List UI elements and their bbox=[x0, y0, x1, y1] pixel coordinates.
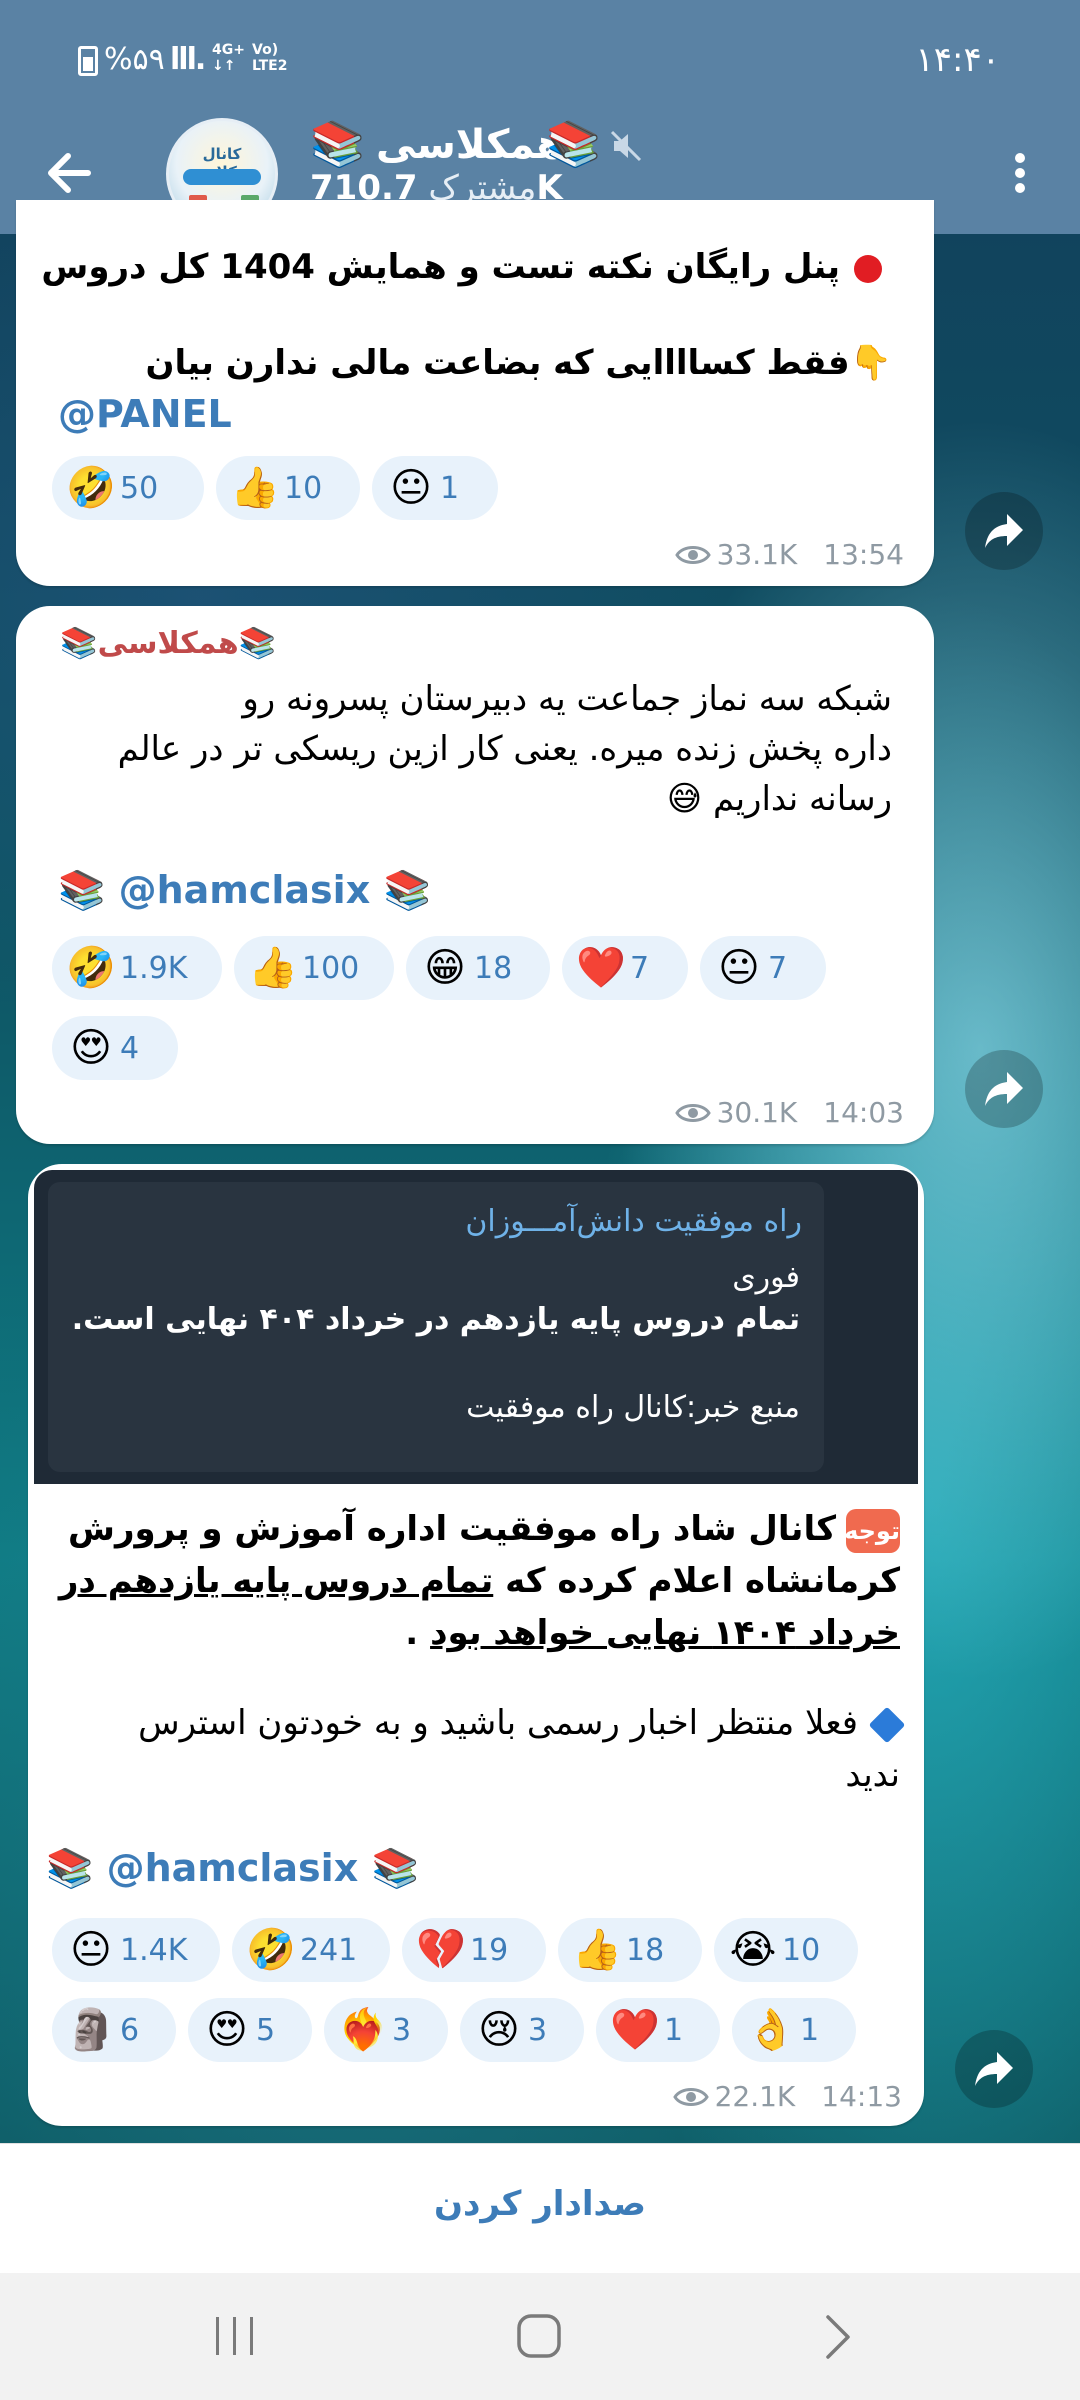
reaction-chip[interactable]: 👍 100 bbox=[234, 936, 394, 1000]
reaction-chip[interactable]: 🤣 241 bbox=[232, 1918, 390, 1982]
message-line: خرداد ۱۴۰۴ نهایی خواهد بود . bbox=[405, 1613, 900, 1653]
reaction-chip[interactable]: ❤️ 1 bbox=[596, 1998, 720, 2062]
books-icon: 📚 bbox=[60, 626, 98, 661]
share-arrow-icon bbox=[985, 1072, 1023, 1106]
channel-bottom-bar: صدادار کردن bbox=[0, 2143, 1080, 2273]
reaction-chip[interactable]: 👍 10 bbox=[216, 456, 360, 520]
message-line: داره پخش زنده میره. یعنی کار ازین ریسکی … bbox=[117, 729, 892, 769]
message-line: رسانه نداریم 😅 bbox=[666, 779, 892, 819]
message-author: 📚همکلاسی📚 bbox=[60, 626, 276, 661]
message-bubble[interactable]: راه موفقیت دانش‌آمـــوزان فوری تمام دروس… bbox=[28, 1164, 924, 2126]
books-icon: 📚 bbox=[546, 119, 601, 170]
reaction-chip[interactable]: 🤣 1.9K bbox=[52, 936, 222, 1000]
books-icon: 📚 bbox=[371, 1846, 419, 1890]
message-line: فعلا منتظر اخبار رسمی باشید و به خودتون … bbox=[138, 1698, 906, 1748]
message-line: ندید bbox=[845, 1755, 900, 1795]
forward-button[interactable] bbox=[955, 2030, 1033, 2108]
view-count: 30.1K bbox=[716, 1096, 798, 1129]
channel-name: همکلاسی bbox=[376, 122, 564, 168]
books-icon: 📚 bbox=[46, 1846, 94, 1890]
message-link[interactable]: 📚 @hamclasix 📚 bbox=[58, 868, 431, 913]
avatar-handle-bar bbox=[183, 169, 261, 185]
message-bubble[interactable]: پنل رایگان نکته تست و همایش 1404 کل دروس… bbox=[16, 200, 934, 586]
signal-icon: lll. bbox=[170, 42, 206, 77]
reaction-chip[interactable]: 😍 5 bbox=[188, 1998, 312, 2062]
message-line: شبکه سه نماز جماعت یه دبیرستان پسرونه رو bbox=[242, 679, 892, 719]
sweat-smile-icon: 😅 bbox=[666, 779, 703, 819]
message-link[interactable]: @PANEL bbox=[58, 392, 232, 436]
reaction-chip[interactable]: ❤️ 7 bbox=[562, 936, 688, 1000]
reaction-chip[interactable]: 😁 18 bbox=[406, 936, 550, 1000]
message-line: پنل رایگان نکته تست و همایش 1404 کل دروس bbox=[41, 242, 882, 292]
attention-badge: توجه bbox=[844, 1508, 900, 1553]
message-bubble[interactable]: 📚همکلاسی📚 شبکه سه نماز جماعت یه دبیرستان… bbox=[16, 606, 934, 1144]
view-count: 33.1K bbox=[716, 538, 798, 571]
share-arrow-icon bbox=[985, 514, 1023, 548]
forwarded-image[interactable]: راه موفقیت دانش‌آمـــوزان فوری تمام دروس… bbox=[34, 1170, 918, 1484]
status-bar: %۵۹ lll. 4G+ ↓↑ Vo) LTE2 ۱۴:۴۰ bbox=[0, 0, 1080, 118]
message-time: 13:54 bbox=[823, 538, 904, 571]
message-meta: 22.1K 14:13 bbox=[672, 2080, 902, 2113]
pointing-down-icon: 👇 bbox=[849, 343, 892, 383]
message-time: 14:13 bbox=[821, 2080, 902, 2113]
reaction-chip[interactable]: 💔 19 bbox=[402, 1918, 546, 1982]
battery-percent: %۵۹ bbox=[104, 42, 165, 77]
reaction-chip[interactable]: 👍 18 bbox=[558, 1918, 702, 1982]
recent-apps-icon[interactable] bbox=[212, 2315, 258, 2357]
mute-icon bbox=[606, 126, 646, 166]
message-meta: 33.1K 13:54 bbox=[674, 538, 904, 571]
message-meta: 30.1K 14:03 bbox=[674, 1096, 904, 1129]
message-line: توجهکانال شاد راه موفقیت اداره آموزش و پ… bbox=[68, 1504, 900, 1554]
message-time: 14:03 bbox=[823, 1096, 904, 1129]
books-icon: 📚 bbox=[383, 868, 431, 912]
back-arrow-icon[interactable] bbox=[36, 138, 106, 208]
battery-icon bbox=[78, 46, 98, 76]
books-icon: 📚 bbox=[238, 626, 276, 661]
eye-icon bbox=[672, 2087, 709, 2106]
eye-icon bbox=[674, 1103, 711, 1122]
network-type: 4G+ ↓↑ bbox=[212, 42, 245, 74]
share-arrow-icon bbox=[975, 2052, 1013, 2086]
reaction-chip[interactable]: 😍 4 bbox=[52, 1016, 178, 1080]
reaction-chip[interactable]: 😐 1 bbox=[372, 456, 498, 520]
nav-back-icon[interactable] bbox=[818, 2313, 858, 2361]
view-count: 22.1K bbox=[714, 2080, 796, 2113]
forward-button[interactable] bbox=[965, 1050, 1043, 1128]
quote-source: راه موفقیت دانش‌آمـــوزان bbox=[465, 1204, 802, 1239]
reaction-chip[interactable]: 🗿 6 bbox=[52, 1998, 176, 2062]
reaction-chip[interactable]: 😐 1.4K bbox=[52, 1918, 220, 1982]
red-circle-icon bbox=[854, 254, 882, 283]
reaction-chip[interactable]: ❤️‍🔥 3 bbox=[324, 1998, 448, 2062]
message-line: کرمانشاه اعلام کرده که تمام دروس پایه یا… bbox=[58, 1561, 900, 1601]
home-icon[interactable] bbox=[514, 2311, 564, 2361]
clock: ۱۴:۴۰ bbox=[915, 40, 1000, 80]
forward-button[interactable] bbox=[965, 492, 1043, 570]
reaction-chip[interactable]: 😭 10 bbox=[714, 1918, 858, 1982]
system-nav-bar bbox=[0, 2273, 1080, 2400]
reaction-chip[interactable]: 👌 1 bbox=[732, 1998, 856, 2062]
message-link[interactable]: 📚 @hamclasix 📚 bbox=[46, 1846, 419, 1891]
message-line: 👇فقط کساااایی که بضاعت مالی ندارن بیان bbox=[145, 343, 892, 383]
unmute-button[interactable]: صدادار کردن bbox=[0, 2184, 1080, 2224]
reaction-chip[interactable]: 🤣 50 bbox=[52, 456, 204, 520]
books-icon: 📚 bbox=[310, 119, 365, 170]
volte-indicator: Vo) LTE2 bbox=[252, 42, 288, 74]
reaction-chip[interactable]: 😢 3 bbox=[460, 1998, 584, 2062]
eye-icon bbox=[674, 545, 711, 564]
blue-diamond-icon bbox=[868, 1706, 906, 1743]
quoted-message: راه موفقیت دانش‌آمـــوزان فوری تمام دروس… bbox=[48, 1182, 824, 1472]
more-vertical-icon[interactable] bbox=[1000, 138, 1040, 208]
books-icon: 📚 bbox=[58, 868, 106, 912]
reaction-chip[interactable]: 😐 7 bbox=[700, 936, 826, 1000]
